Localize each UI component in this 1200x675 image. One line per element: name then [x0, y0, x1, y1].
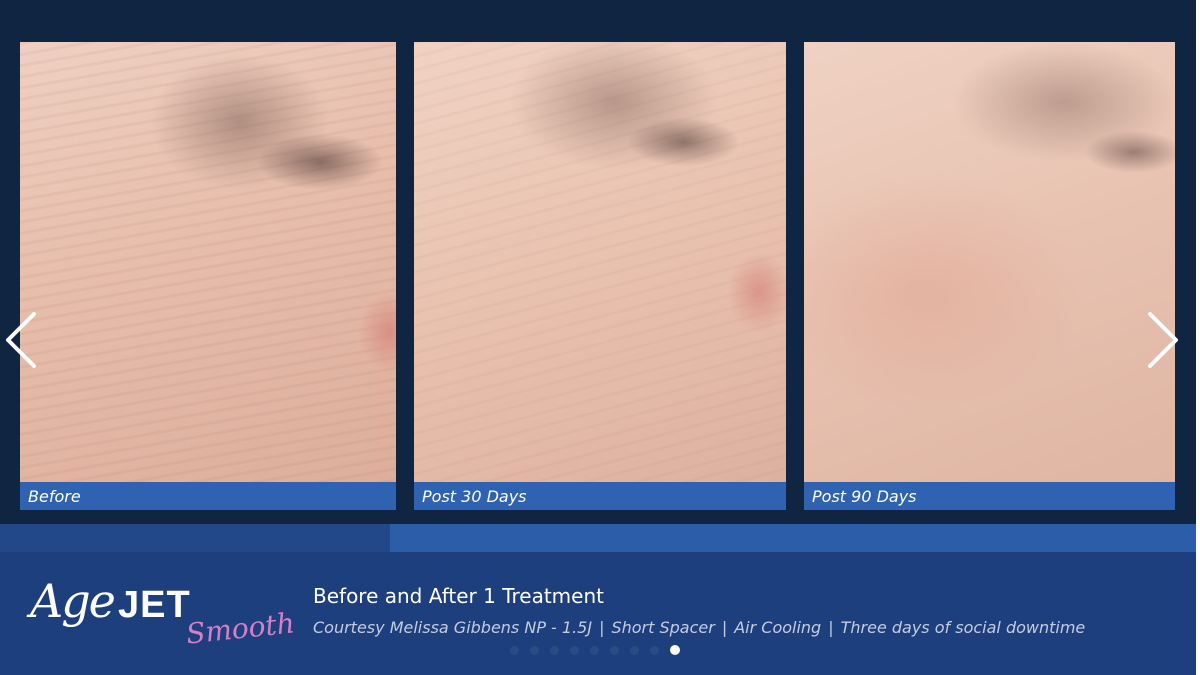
- pagination-dot[interactable]: [570, 645, 579, 655]
- detail-separator: |: [599, 618, 605, 637]
- chevron-right-icon: [1148, 312, 1178, 368]
- pagination-dot[interactable]: [630, 645, 639, 655]
- caption-label: Before: [28, 487, 81, 506]
- pagination-dot[interactable]: [550, 645, 559, 655]
- pagination-dot[interactable]: [670, 645, 680, 655]
- prev-slide-button[interactable]: [4, 312, 38, 368]
- caption-bar: Post 90 Days: [804, 482, 1175, 510]
- detail-courtesy: Courtesy Melissa Gibbens NP - 1.5J: [313, 618, 593, 637]
- divider-stripe-accent: [390, 524, 1196, 552]
- pagination-dot[interactable]: [590, 645, 599, 655]
- agejet-smooth-logo: Age JET Smooth: [30, 568, 296, 658]
- photo-panel-post-30: Post 30 Days: [414, 42, 786, 510]
- caption-bar: Before: [20, 482, 396, 510]
- caption-bar: Post 30 Days: [414, 482, 786, 510]
- pagination-dot[interactable]: [610, 645, 619, 655]
- detail-separator: |: [828, 618, 834, 637]
- post-30-photo: [414, 42, 786, 482]
- photo-panel-before: Before: [20, 42, 396, 510]
- next-slide-button[interactable]: [1146, 312, 1180, 368]
- before-photo: [20, 42, 396, 482]
- caption-label: Post 30 Days: [422, 487, 527, 506]
- treatment-title: Before and After 1 Treatment: [313, 584, 604, 608]
- photo-strip: Before Post 30 Days Post 90 Days: [0, 0, 1196, 524]
- pagination-dot[interactable]: [650, 645, 659, 655]
- slide-pagination: [510, 645, 680, 655]
- caption-label: Post 90 Days: [812, 487, 917, 506]
- divider-stripe: [0, 524, 390, 552]
- logo-smooth-text: Smooth: [184, 606, 297, 651]
- detail-spacer: Short Spacer: [611, 618, 715, 637]
- pagination-dot[interactable]: [530, 645, 539, 655]
- photo-panel-post-90: Post 90 Days: [804, 42, 1175, 510]
- logo-jet-text: JET: [118, 584, 191, 626]
- pagination-dot[interactable]: [510, 645, 519, 655]
- chevron-left-icon: [6, 312, 36, 368]
- treatment-details: Courtesy Melissa Gibbens NP - 1.5J | Short…: [313, 618, 1085, 637]
- post-90-photo: [804, 42, 1175, 482]
- slide-footer: Age JET Smooth Before and After 1 Treatm…: [0, 552, 1196, 675]
- detail-separator: |: [721, 618, 728, 637]
- logo-age-text: Age: [30, 574, 116, 628]
- before-after-slider: Before Post 30 Days Post 90 Days Age JET…: [0, 0, 1196, 675]
- detail-cooling: Air Cooling: [734, 618, 822, 637]
- detail-downtime: Three days of social downtime: [840, 618, 1086, 637]
